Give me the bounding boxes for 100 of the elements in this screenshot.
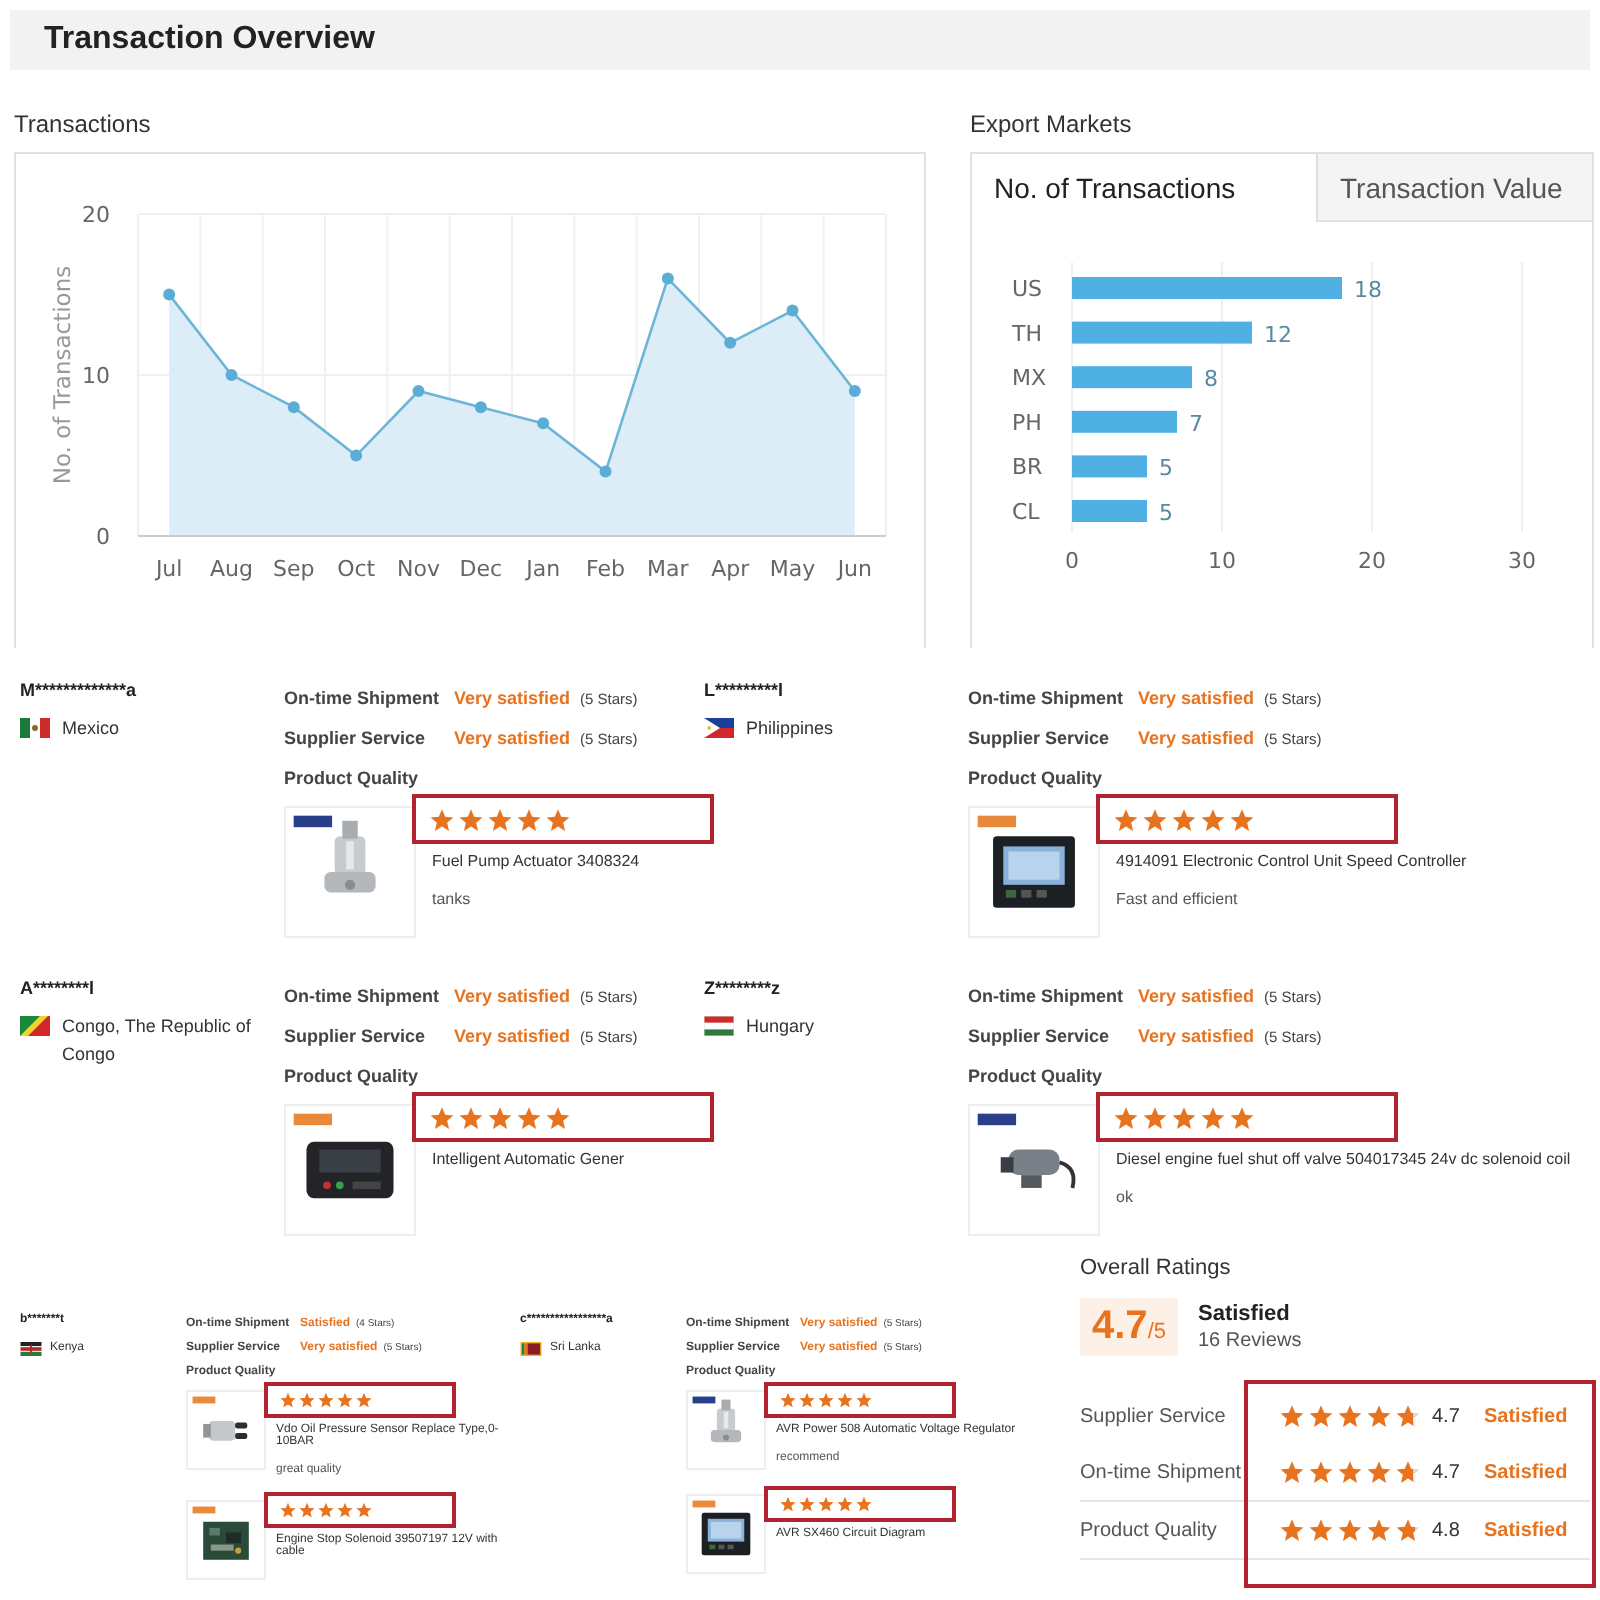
rating-label: Supplier Service [968, 726, 1112, 752]
buyer-name: M*************a [20, 680, 139, 700]
star-icon [337, 1392, 353, 1408]
axis-label: US [1012, 276, 1043, 302]
axis-label: 20 [82, 202, 110, 228]
buyer-name: A********l [20, 978, 97, 998]
bar [1072, 366, 1192, 389]
rating-label: On-time Shipment [968, 686, 1126, 712]
star-icon [1172, 809, 1196, 831]
axis-label: 10 [1208, 548, 1236, 574]
flag-icon [20, 718, 50, 738]
axis-label: 30 [1508, 548, 1536, 574]
star-icon [1396, 1461, 1420, 1483]
data-point [724, 336, 737, 349]
rating-verdict: Very satisfied [454, 1024, 571, 1050]
value-label: 5 [1159, 500, 1173, 526]
star-icon [799, 1496, 815, 1512]
rating-verdict: Satisfied [1484, 1405, 1568, 1427]
rating-label: Product Quality [968, 766, 1105, 792]
axis-label: Feb [586, 556, 625, 582]
data-point [599, 465, 612, 478]
star-icon [1280, 1461, 1304, 1483]
product-name: Fuel Pump Actuator 3408324 [432, 852, 640, 870]
star-icon [1201, 809, 1225, 831]
rating-label: Supplier Service [968, 1024, 1112, 1050]
star-icon [280, 1502, 296, 1518]
star-icon [818, 1496, 834, 1512]
data-point [786, 304, 799, 317]
star-icon [1280, 1519, 1304, 1541]
flag-icon [704, 718, 734, 738]
star-icon [280, 1392, 296, 1408]
bar [1072, 410, 1177, 433]
star-icon [459, 1107, 483, 1129]
axis-label: Mar [647, 556, 689, 582]
star-icon [837, 1496, 853, 1512]
star-icon [799, 1392, 815, 1408]
rating-label: Product Quality [1080, 1519, 1219, 1541]
data-point [163, 288, 176, 301]
star-icon [856, 1496, 872, 1512]
star-icon [430, 1107, 454, 1129]
star-icon [356, 1502, 372, 1518]
section-title: Transactions [14, 110, 153, 138]
rating-label: On-time Shipment [284, 984, 442, 1010]
star-icon [1230, 809, 1254, 831]
rating-verdict: Very satisfied [454, 686, 571, 712]
axis-label: PH [1012, 409, 1042, 436]
bar [1072, 500, 1147, 522]
star-icon [780, 1392, 796, 1408]
star-icon [299, 1502, 315, 1518]
flag-icon [704, 1016, 734, 1036]
data-point [474, 401, 487, 414]
star-icon [856, 1392, 872, 1408]
flag-icon [520, 1342, 542, 1356]
rating-verdict: Very satisfied [454, 726, 571, 752]
product-name: 4914091 Electronic Control Unit Speed Controller [1116, 852, 1467, 870]
star-icon [1143, 809, 1167, 831]
data-point [412, 385, 425, 398]
data-point [350, 449, 363, 462]
star-icon [1309, 1461, 1333, 1483]
star-icon [356, 1392, 372, 1408]
rating-label: Product Quality [284, 766, 421, 792]
section-title: Export Markets [970, 110, 1134, 138]
country-name: Congo, The Republic of Congo [62, 1014, 253, 1068]
rating-value: 4.7 [1432, 1461, 1462, 1483]
country-name: Hungary [746, 1014, 815, 1040]
rating-verdict: Satisfied [1484, 1519, 1568, 1541]
star-icon [430, 809, 454, 831]
axis-label: TH [1012, 320, 1042, 347]
data-point [537, 417, 550, 430]
rating-label: Supplier Service [1080, 1405, 1228, 1427]
country-name: Philippines [746, 716, 834, 742]
star-icon [1396, 1405, 1420, 1427]
country-name: Mexico [62, 716, 120, 742]
tab[interactable]: Transaction Value [1316, 154, 1592, 222]
star-icon [1114, 1107, 1138, 1129]
star-icon [546, 1107, 570, 1129]
star-icon [546, 809, 570, 831]
rating-verdict: Very satisfied [1138, 984, 1255, 1010]
axis-label: 20 [1358, 548, 1386, 574]
axis-label: Jul [155, 556, 183, 582]
star-icon [818, 1392, 834, 1408]
star-icon [1309, 1519, 1333, 1541]
data-point [225, 369, 238, 381]
value-label: 7 [1189, 410, 1203, 437]
star-icon [837, 1392, 853, 1408]
star-icon [1396, 1519, 1420, 1541]
rating-label: On-time Shipment [968, 984, 1126, 1010]
buyer-name: Z********z [704, 978, 783, 998]
product-name: Diesel engine fuel shut off valve 504017345 24v dc solenoid coil [1116, 1150, 1571, 1168]
axis-label: Jun [837, 556, 872, 582]
review-comment: Fast and efficient [1116, 890, 1238, 908]
axis-label: 0 [96, 524, 110, 550]
rating-value: 4.8 [1432, 1519, 1462, 1541]
bar [1072, 455, 1147, 478]
star-icon [459, 809, 483, 831]
rating-label: Product Quality [968, 1064, 1105, 1090]
rating-verdict: Very satisfied [1138, 1024, 1255, 1050]
rating-verdict: Very satisfied [1138, 726, 1255, 752]
star-icon [299, 1392, 315, 1408]
rating-value: 4.7 [1432, 1405, 1462, 1427]
